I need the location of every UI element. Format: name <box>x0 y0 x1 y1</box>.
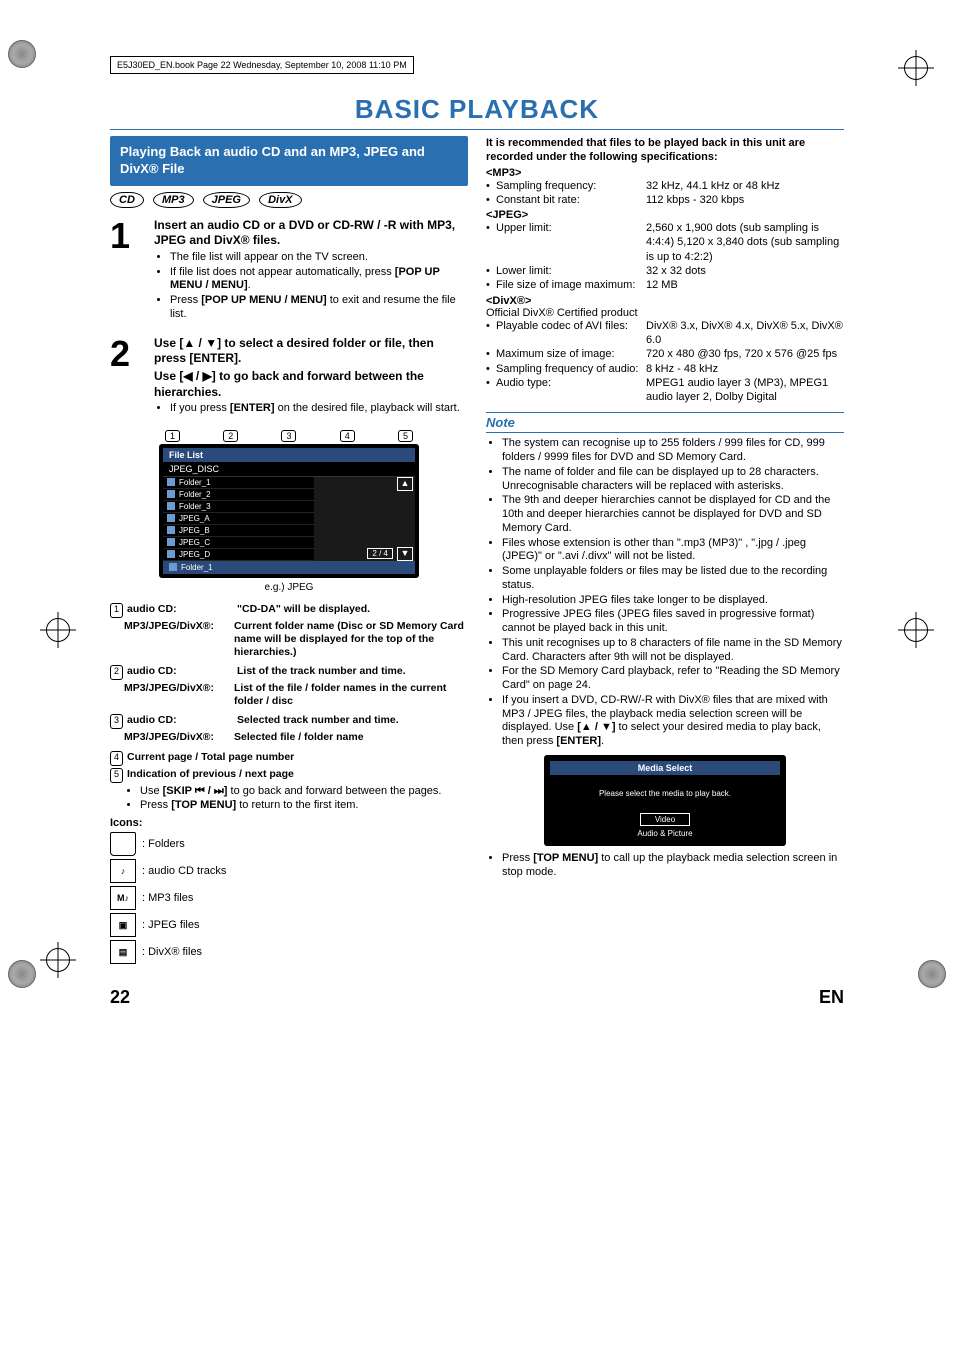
legend-num-5: 5 <box>110 768 123 783</box>
badge-jpeg: JPEG <box>203 192 250 208</box>
page-number: 22 <box>110 987 130 1008</box>
icons-heading: Icons: <box>110 817 142 829</box>
page-title: BASIC PLAYBACK <box>110 94 844 130</box>
registration-mark-tr <box>898 50 934 86</box>
crop-mark-bl <box>8 960 36 988</box>
cd-track-icon: ♪ <box>110 859 136 883</box>
registration-mark-left <box>40 612 76 648</box>
jpeg-icon <box>167 514 175 522</box>
legend-num-4: 4 <box>110 751 123 766</box>
jpeg-icon: ▣ <box>110 913 136 937</box>
fl-page-indicator: 2 / 4 <box>367 548 393 559</box>
spec-divx-head: <DivX®> <box>486 295 844 307</box>
crop-mark-br <box>918 960 946 988</box>
spec-mp3-head: <MP3> <box>486 167 844 179</box>
step-1-number: 1 <box>110 218 154 326</box>
format-badges: CD MP3 JPEG DivX <box>110 192 468 208</box>
media-select-text: Please select the media to play back. <box>550 789 780 798</box>
step-1-bullets: The file list will appear on the TV scre… <box>154 251 468 322</box>
spec-jpeg-head: <JPEG> <box>486 209 844 221</box>
fl-item: JPEG_C <box>163 537 314 549</box>
step-2-number: 2 <box>110 336 154 420</box>
step-2-title-1: Use [▲ / ▼] to select a desired folder o… <box>154 336 468 367</box>
folder-icon <box>167 502 175 510</box>
scroll-up-icon: ▲ <box>397 477 413 491</box>
callout-2: 2 <box>223 430 238 442</box>
scroll-down-icon: ▼ <box>397 547 413 561</box>
legend-num-3: 3 <box>110 714 123 729</box>
media-video-option: Video <box>640 813 690 826</box>
language-code: EN <box>819 987 844 1008</box>
jpeg-icon <box>167 538 175 546</box>
legend-num-1: 1 <box>110 603 123 618</box>
legend-num-2: 2 <box>110 665 123 680</box>
media-select-diagram: Media Select Please select the media to … <box>544 755 786 846</box>
fl-footer: Folder_1 <box>163 561 415 574</box>
crop-mark-tl <box>8 40 36 68</box>
step-2-bullets: If you press [ENTER] on the desired file… <box>154 402 468 416</box>
media-select-title: Media Select <box>550 761 780 775</box>
badge-divx: DivX <box>259 192 301 208</box>
file-list-diagram: 1 2 3 4 5 File List JPEG_DISC Folder_1 F… <box>159 430 419 578</box>
note-after: Press [TOP MENU] to call up the playback… <box>486 852 844 880</box>
media-audio-option: Audio & Picture <box>623 828 706 839</box>
book-header-line: E5J30ED_EN.book Page 22 Wednesday, Septe… <box>110 56 414 74</box>
step-1: 1 Insert an audio CD or a DVD or CD-RW /… <box>110 218 468 326</box>
jpeg-icon <box>167 550 175 558</box>
notes-list: The system can recognise up to 255 folde… <box>486 437 844 749</box>
spec-intro: It is recommended that files to be playe… <box>486 136 844 165</box>
step-2: 2 Use [▲ / ▼] to select a desired folder… <box>110 336 468 420</box>
fl-title: File List <box>163 448 415 462</box>
step-2-title-2: Use [◀ / ▶] to go back and forward betwe… <box>154 369 468 400</box>
folder-icon <box>167 490 175 498</box>
fl-item: JPEG_A <box>163 513 314 525</box>
badge-cd: CD <box>110 192 144 208</box>
folder-icon <box>169 563 177 571</box>
registration-mark-bl <box>40 942 76 978</box>
callout-3: 3 <box>281 430 296 442</box>
registration-mark-right <box>898 612 934 648</box>
legend-5-extra: Use [SKIP ⏮ / ⏭] to go back and forward … <box>124 785 468 814</box>
callout-4: 4 <box>340 430 355 442</box>
fl-sub: JPEG_DISC <box>163 462 415 477</box>
callout-5: 5 <box>398 430 413 442</box>
fl-item: JPEG_D <box>163 549 314 561</box>
diagram-caption: e.g.) JPEG <box>110 582 468 593</box>
jpeg-icon <box>167 526 175 534</box>
fl-item: JPEG_B <box>163 525 314 537</box>
section-heading: Playing Back an audio CD and an MP3, JPE… <box>110 136 468 186</box>
fl-item: Folder_3 <box>163 501 314 513</box>
fl-item: Folder_2 <box>163 489 314 501</box>
note-heading: Note <box>486 412 844 433</box>
spec-divx-sub: Official DivX® Certified product <box>486 307 844 319</box>
mp3-icon: M♪ <box>110 886 136 910</box>
folder-icon <box>110 832 136 856</box>
fl-item: Folder_1 <box>163 477 314 489</box>
divx-icon: ▤ <box>110 940 136 964</box>
badge-mp3: MP3 <box>153 192 194 208</box>
step-1-title: Insert an audio CD or a DVD or CD-RW / -… <box>154 218 468 249</box>
folder-icon <box>167 478 175 486</box>
callout-1: 1 <box>165 430 180 442</box>
